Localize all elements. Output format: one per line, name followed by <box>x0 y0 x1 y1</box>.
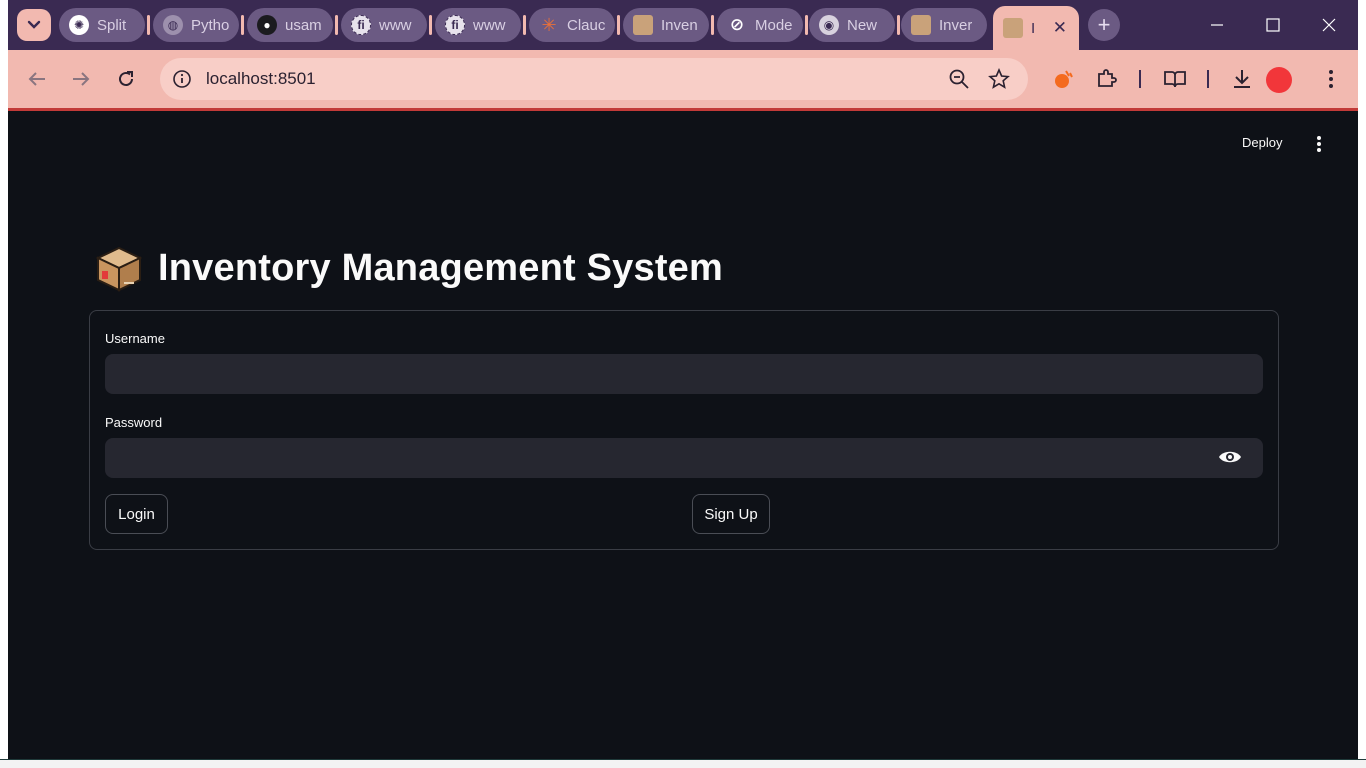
password-input[interactable] <box>105 438 1263 478</box>
tab-separator <box>711 15 714 35</box>
tab-label: Clauc <box>567 16 606 34</box>
page-title: Inventory Management System <box>158 246 724 289</box>
tab-inventory-2[interactable]: Inver <box>901 8 987 42</box>
deploy-button[interactable]: Deploy <box>1242 135 1282 150</box>
tab-label: Mode <box>755 16 793 34</box>
tab-label: Pytho <box>191 16 230 34</box>
downloads-button[interactable] <box>1227 64 1257 94</box>
page-title-row: Inventory Management System <box>94 243 723 293</box>
browser-menu-button[interactable] <box>1316 64 1346 94</box>
reload-icon <box>119 71 133 86</box>
tab-inventory-active[interactable]: I ✕ <box>993 6 1079 50</box>
maximize-button[interactable] <box>1250 12 1296 38</box>
extension-button[interactable] <box>1048 64 1078 94</box>
window-edge-left <box>0 0 8 768</box>
reading-mode-button[interactable] <box>1160 64 1190 94</box>
github-icon: ● <box>257 15 277 35</box>
taskbar <box>0 759 1366 768</box>
login-button[interactable]: Login <box>105 494 168 534</box>
menu-dot <box>1317 136 1321 140</box>
download-icon <box>1234 70 1250 88</box>
app-container: Deploy Inventory Management System Usern… <box>8 111 1358 759</box>
tab-separator <box>429 15 432 35</box>
eye-icon[interactable] <box>1218 449 1242 465</box>
puzzle-icon <box>1098 69 1117 87</box>
tab-new[interactable]: ◉ New <box>809 8 895 42</box>
tab-search-button[interactable] <box>17 9 51 41</box>
menu-dot <box>1317 148 1321 152</box>
browser-toolbar: localhost:8501 <box>8 50 1358 108</box>
tab-separator <box>617 15 620 35</box>
fi-icon: fi <box>351 15 371 35</box>
url-text[interactable]: localhost:8501 <box>206 69 316 89</box>
toolbar-divider <box>1207 70 1209 88</box>
signup-button[interactable]: Sign Up <box>692 494 770 534</box>
reload-button[interactable] <box>111 64 141 94</box>
kebab-menu-icon <box>1329 70 1333 88</box>
window-edge-right <box>1358 0 1366 768</box>
tab-separator <box>147 15 150 35</box>
tab-label: I <box>1031 19 1036 37</box>
fi-icon: fi <box>445 15 465 35</box>
chrome-icon: ◉ <box>819 15 839 35</box>
claude-icon: ✳ <box>541 14 557 35</box>
chevron-down-icon <box>27 20 41 29</box>
tab-inventory-1[interactable]: Inven <box>623 8 709 42</box>
new-tab-button[interactable]: + <box>1088 9 1120 41</box>
close-icon <box>1322 18 1336 32</box>
close-window-button[interactable] <box>1306 12 1352 38</box>
password-label: Password <box>105 415 163 430</box>
tab-separator <box>335 15 338 35</box>
arrow-right-icon <box>73 72 90 86</box>
box-icon <box>1003 18 1023 38</box>
menu-dot <box>1317 142 1321 146</box>
back-button[interactable] <box>22 64 52 94</box>
tab-claude[interactable]: ✳ Clauc <box>529 8 615 42</box>
tab-separator <box>241 15 244 35</box>
login-form: Username Password Login Sign Up <box>89 310 1279 550</box>
box-icon <box>911 15 931 35</box>
tab-label: Inver <box>939 16 973 34</box>
toolbar-divider <box>1139 70 1141 88</box>
tab-python[interactable]: ◍ Pytho <box>153 8 239 42</box>
address-bar[interactable]: localhost:8501 <box>160 58 1028 100</box>
reading-mode-icon <box>1164 71 1186 88</box>
close-icon[interactable]: ✕ <box>1053 18 1067 38</box>
tab-label: New <box>847 16 878 34</box>
maximize-icon <box>1266 18 1280 32</box>
tab-label: www <box>379 16 412 34</box>
forward-button[interactable] <box>66 64 96 94</box>
tab-strip: ✺ Split ◍ Pytho ● usam fi www fi www ✳ C… <box>8 0 1358 50</box>
site-info-icon[interactable] <box>172 69 192 89</box>
tab-label: www <box>473 16 506 34</box>
tab-label: usam <box>285 16 322 34</box>
globe-icon: ◍ <box>163 15 183 35</box>
bookmark-star-icon[interactable] <box>988 68 1010 90</box>
username-label: Username <box>105 331 165 346</box>
openai-icon: ✺ <box>69 15 89 35</box>
plus-icon: + <box>1097 12 1111 37</box>
model-icon: ⊘ <box>729 15 745 34</box>
app-menu-button[interactable] <box>1310 135 1328 153</box>
tab-label: Inven <box>661 16 698 34</box>
tab-www-2[interactable]: fi www <box>435 8 521 42</box>
tab-split[interactable]: ✺ Split <box>59 8 145 42</box>
tab-separator <box>805 15 808 35</box>
zoom-icon[interactable] <box>948 68 970 90</box>
tab-www-1[interactable]: fi www <box>341 8 427 42</box>
tab-separator <box>523 15 526 35</box>
extensions-button[interactable] <box>1091 64 1121 94</box>
minimize-icon <box>1211 24 1223 26</box>
tab-github[interactable]: ● usam <box>247 8 333 42</box>
arrow-left-icon <box>28 72 45 86</box>
minimize-button[interactable] <box>1194 12 1240 38</box>
box-icon <box>633 15 653 35</box>
tab-label: Split <box>97 16 127 34</box>
tab-model[interactable]: ⊘ Mode <box>717 8 803 42</box>
profile-avatar[interactable] <box>1266 67 1292 93</box>
package-icon <box>95 246 143 292</box>
tab-separator <box>897 15 900 35</box>
extension-flame-icon <box>1055 70 1073 88</box>
username-input[interactable] <box>105 354 1263 394</box>
